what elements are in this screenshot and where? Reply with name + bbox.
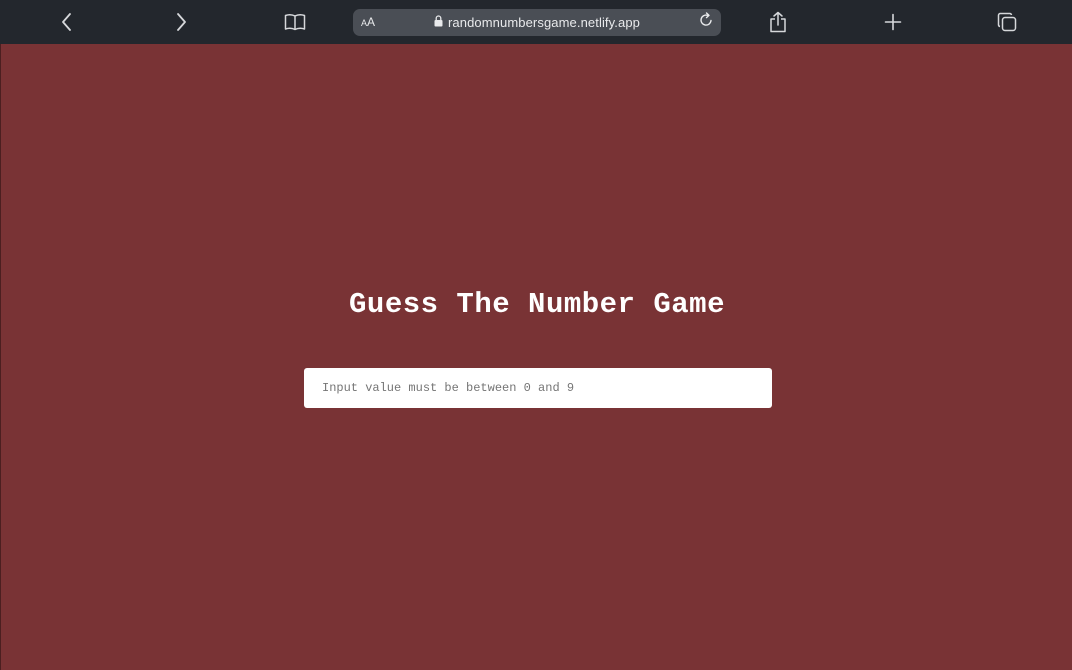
tabs-overview-button[interactable] xyxy=(993,8,1021,36)
reload-button[interactable] xyxy=(695,12,716,33)
back-button[interactable] xyxy=(53,8,81,36)
plus-icon xyxy=(884,13,902,31)
share-button[interactable] xyxy=(764,8,792,36)
url-text: randomnumbersgame.netlify.app xyxy=(448,15,640,30)
new-tab-button[interactable] xyxy=(879,8,907,36)
guess-input[interactable] xyxy=(304,368,772,408)
chevron-right-icon xyxy=(174,13,188,31)
reload-icon xyxy=(698,12,714,33)
page-title: Guess The Number Game xyxy=(349,288,725,321)
chevron-left-icon xyxy=(60,13,74,31)
share-icon xyxy=(769,11,787,33)
forward-button[interactable] xyxy=(167,8,195,36)
lock-icon xyxy=(434,14,443,32)
bookmarks-button[interactable] xyxy=(281,8,309,36)
tabs-icon xyxy=(997,12,1017,32)
reader-text-size-button[interactable]: AA xyxy=(361,14,375,31)
book-icon xyxy=(284,13,306,31)
address-bar[interactable]: AA randomnumbersgame.netlify.app xyxy=(353,9,721,36)
browser-toolbar: AA randomnumbersgame.netlify.app xyxy=(0,0,1072,44)
page-content: Guess The Number Game xyxy=(0,44,1072,670)
url-display: randomnumbersgame.netlify.app xyxy=(353,9,721,36)
